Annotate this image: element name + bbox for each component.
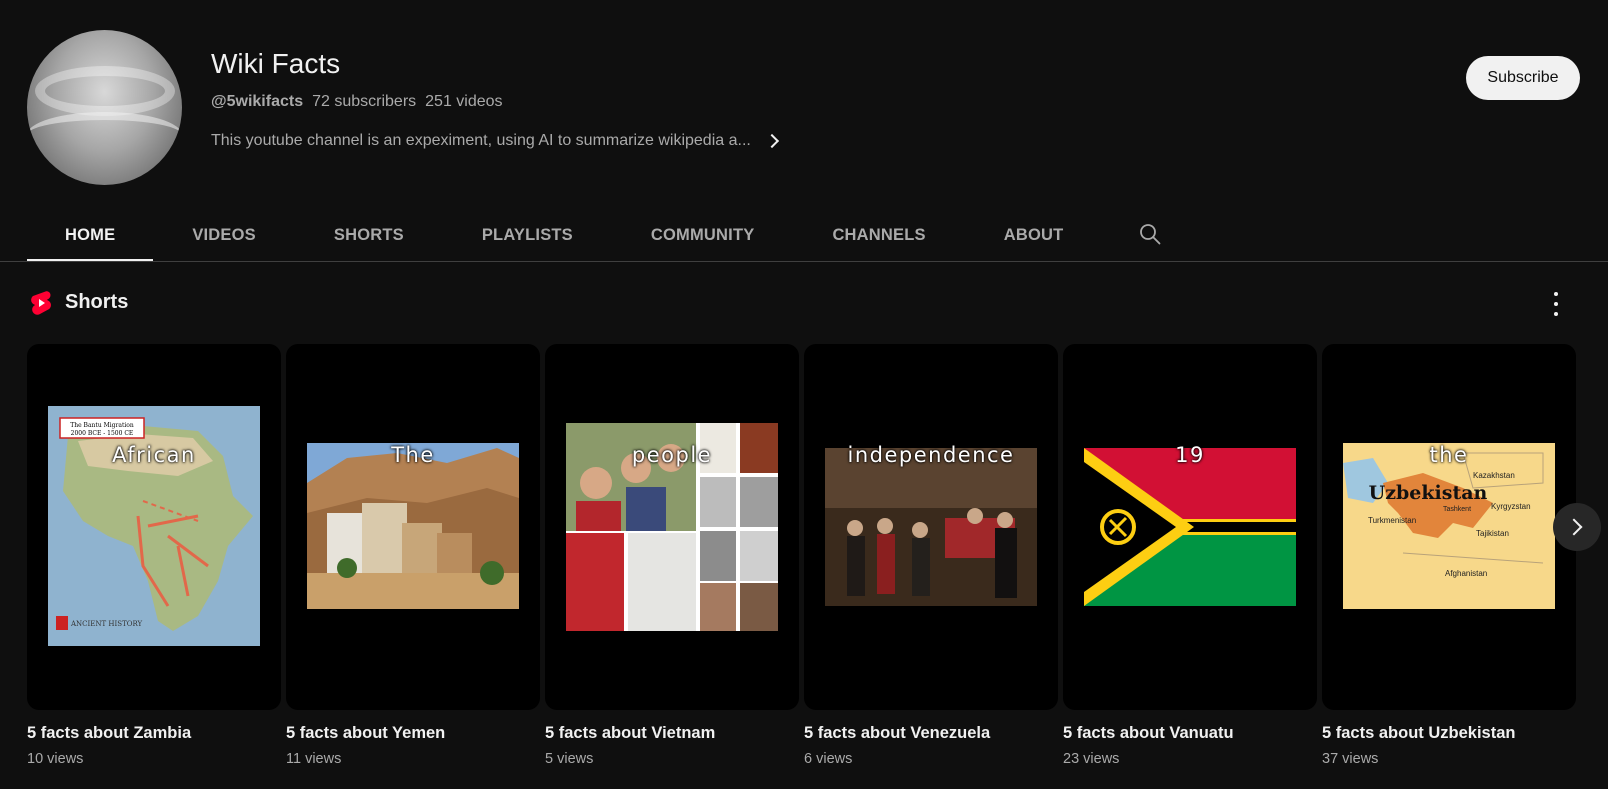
map-label: Kyrgyzstan	[1491, 502, 1531, 511]
short-thumbnail[interactable]: The Bantu Migration 2000 BCE - 1500 CE A…	[27, 344, 281, 710]
avatar-shape-lower	[27, 112, 182, 158]
short-thumbnail[interactable]: Uzbekistan Kazakhstan Tashkent Kyrgyzsta…	[1322, 344, 1576, 710]
short-views: 11 views	[286, 751, 342, 767]
chevron-right-icon[interactable]	[764, 133, 779, 149]
short-overlay-text: the	[1429, 443, 1469, 467]
short-overlay-text: The	[391, 443, 435, 467]
short-card[interactable]: The Bantu Migration 2000 BCE - 1500 CE A…	[27, 344, 281, 767]
short-card[interactable]: 19 5 facts about Vanuatu 23 views	[1063, 344, 1317, 767]
section-title: Shorts	[65, 291, 129, 313]
map-label: Tajikistan	[1476, 529, 1509, 538]
short-title[interactable]: 5 facts about Venezuela	[804, 724, 1058, 743]
short-thumbnail[interactable]: independence	[804, 344, 1058, 710]
tab-channels[interactable]: CHANNELS	[793, 208, 964, 262]
short-card[interactable]: Uzbekistan Kazakhstan Tashkent Kyrgyzsta…	[1322, 344, 1576, 767]
short-card[interactable]: people 5 facts about Vietnam 5 views	[545, 344, 799, 767]
vanuatu-flag-image	[1084, 448, 1296, 606]
channel-avatar[interactable]	[27, 30, 182, 185]
africa-map-image: The Bantu Migration 2000 BCE - 1500 CE A…	[48, 406, 260, 646]
short-thumbnail[interactable]: 19	[1063, 344, 1317, 710]
map-label-title: The Bantu Migration	[70, 422, 134, 429]
tab-about[interactable]: ABOUT	[965, 208, 1103, 262]
next-arrow-button[interactable]	[1553, 503, 1601, 551]
short-overlay-text: African	[112, 443, 196, 467]
yemen-town-image	[307, 443, 519, 609]
short-thumbnail[interactable]: The	[286, 344, 540, 710]
short-views: 23 views	[1063, 751, 1120, 767]
subscriber-count: 72 subscribers	[312, 93, 417, 110]
short-views: 6 views	[804, 751, 853, 767]
tab-home[interactable]: HOME	[27, 208, 154, 262]
subscribe-button[interactable]: Subscribe	[1466, 56, 1580, 100]
channel-meta: @5wikifacts 72 subscribers 251 videos	[211, 93, 503, 111]
tab-playlists[interactable]: PLAYLISTS	[443, 208, 612, 262]
tab-community[interactable]: COMMUNITY	[612, 208, 794, 262]
more-options-icon[interactable]	[1550, 292, 1562, 316]
channel-name: Wiki Facts	[211, 48, 341, 79]
short-thumbnail[interactable]: people	[545, 344, 799, 710]
short-views: 5 views	[545, 751, 594, 767]
short-title[interactable]: 5 facts about Vanuatu	[1063, 724, 1317, 743]
avatar-shape	[35, 66, 175, 116]
youtube-shorts-icon	[31, 291, 51, 315]
map-label: Turkmenistan	[1368, 516, 1416, 525]
short-title[interactable]: 5 facts about Uzbekistan	[1322, 724, 1576, 743]
uzbekistan-map-image: Uzbekistan Kazakhstan Tashkent Kyrgyzsta…	[1343, 443, 1555, 609]
short-views: 10 views	[27, 751, 84, 767]
short-overlay-text: people	[631, 443, 713, 467]
short-title[interactable]: 5 facts about Vietnam	[545, 724, 799, 743]
short-views: 37 views	[1322, 751, 1379, 767]
video-count: 251 videos	[425, 93, 503, 110]
map-title: Uzbekistan	[1369, 482, 1488, 504]
short-title[interactable]: 5 facts about Yemen	[286, 724, 540, 743]
description-text: This youtube channel is an expeximent, u…	[211, 132, 751, 149]
tab-shorts[interactable]: SHORTS	[295, 208, 443, 262]
short-overlay-text: 19	[1175, 443, 1205, 467]
tabs-divider	[0, 261, 1608, 262]
channel-tabs: HOME VIDEOS SHORTS PLAYLISTS COMMUNITY C…	[27, 208, 1102, 262]
short-title[interactable]: 5 facts about Zambia	[27, 724, 281, 743]
map-label-dates: 2000 BCE - 1500 CE	[71, 430, 134, 437]
short-card[interactable]: The 5 facts about Yemen 11 views	[286, 344, 540, 767]
tab-videos[interactable]: VIDEOS	[153, 208, 295, 262]
search-icon[interactable]	[1138, 222, 1162, 246]
logo-text: ANCIENT HISTORY	[70, 620, 143, 628]
map-label: Afghanistan	[1445, 569, 1487, 578]
channel-description[interactable]: This youtube channel is an expeximent, u…	[211, 132, 779, 150]
map-label: Tashkent	[1443, 506, 1471, 513]
short-card[interactable]: independence 5 facts about Venezuela 6 v…	[804, 344, 1058, 767]
channel-handle: @5wikifacts	[211, 93, 304, 110]
short-overlay-text: independence	[847, 443, 1015, 467]
map-label: Kazakhstan	[1473, 471, 1515, 480]
venezuela-painting-image	[825, 448, 1037, 606]
